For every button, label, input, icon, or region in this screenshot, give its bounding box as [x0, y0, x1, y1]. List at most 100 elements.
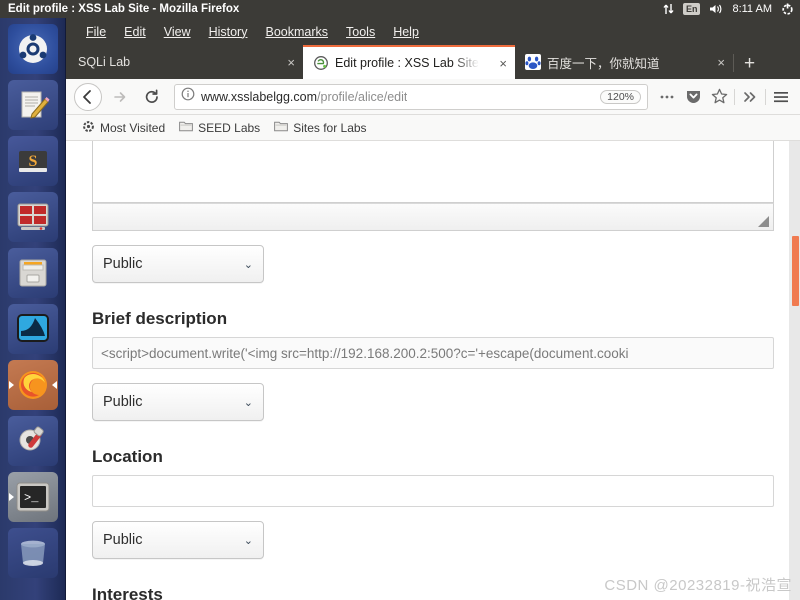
menu-edit-label: Edit: [124, 24, 146, 39]
volume-icon[interactable]: [709, 3, 723, 15]
launcher-item-text-editor[interactable]: [7, 80, 58, 130]
url-domain: www.xsslabelgg.com: [201, 89, 318, 104]
menu-view[interactable]: View: [156, 22, 199, 42]
system-clock[interactable]: 8:11 AM: [732, 3, 772, 15]
keyboard-layout-indicator[interactable]: En: [682, 3, 701, 15]
trash-bin-icon: [16, 538, 50, 568]
bookmark-label: SEED Labs: [198, 120, 261, 135]
tab-title: SQLi Lab: [78, 55, 131, 69]
launcher-item-sublime-text[interactable]: S: [7, 136, 58, 186]
page-viewport: Public ⌄ Brief description <script>docum…: [66, 141, 800, 600]
menu-edit[interactable]: Edit: [116, 22, 154, 42]
document-pencil-icon: [15, 87, 51, 123]
launcher-item-firefox[interactable]: [7, 360, 58, 410]
csdn-watermark: CSDN @20232819-祝浩宣: [604, 577, 792, 594]
launcher-item-system-tools[interactable]: [7, 416, 58, 466]
tab-title: 百度一下，你就知道: [547, 56, 660, 71]
brief-description-access-select[interactable]: Public ⌄: [92, 383, 264, 421]
bookmarks-toolbar[interactable]: Most Visited SEED Labs Sites for Labs: [66, 115, 800, 141]
launcher-item-file-manager[interactable]: [7, 248, 58, 298]
star-icon[interactable]: [708, 88, 730, 105]
page-scrollbar[interactable]: [789, 141, 800, 600]
gear-wrench-icon: [15, 424, 51, 458]
brief-description-label: Brief description: [92, 309, 228, 328]
url-path: /profile/alice/edit: [317, 89, 408, 104]
new-tab-button[interactable]: +: [734, 53, 765, 79]
launcher-item-trash[interactable]: [7, 528, 58, 578]
tab-edit-profile[interactable]: Edit profile : XSS Lab Site ×: [303, 45, 515, 79]
access-level-value: Public: [103, 394, 143, 410]
forward-arrow-icon: [106, 83, 134, 111]
tab-title: Edit profile : XSS Lab Site: [335, 56, 479, 70]
menu-help[interactable]: Help: [385, 22, 427, 42]
network-up-down-arrows-icon[interactable]: [663, 3, 674, 15]
pocket-shield-icon[interactable]: [682, 88, 704, 105]
zoom-level-badge[interactable]: 120%: [600, 89, 641, 104]
folder-icon: [274, 120, 289, 135]
menu-file[interactable]: File: [78, 22, 114, 42]
toolbar-separator: [734, 88, 735, 105]
double-chevron-right-icon[interactable]: [739, 90, 761, 104]
launcher-item-ubuntu-dash[interactable]: [7, 24, 58, 74]
svg-text:>_: >_: [24, 491, 39, 505]
ellipsis-icon[interactable]: [656, 94, 678, 100]
bookmark-label: Most Visited: [100, 120, 166, 135]
bookmark-most-visited[interactable]: Most Visited: [82, 120, 165, 136]
location-input[interactable]: [92, 475, 774, 507]
baidu-icon: [525, 54, 541, 70]
navigation-toolbar[interactable]: www.xsslabelgg.com/profile/alice/edit 12…: [66, 79, 800, 115]
menu-bar[interactable]: File Edit View History Bookmarks Tools H…: [66, 18, 800, 45]
menu-file-label: File: [86, 24, 107, 39]
url-bar[interactable]: www.xsslabelgg.com/profile/alice/edit 12…: [174, 83, 648, 110]
menu-bookmarks[interactable]: Bookmarks: [257, 22, 336, 42]
chevron-down-icon: ⌄: [243, 258, 253, 271]
resize-handle-icon[interactable]: [758, 216, 769, 227]
menu-bookmarks-label: Bookmarks: [265, 24, 329, 39]
wireshark-fin-icon: [15, 312, 51, 346]
tab-close-icon[interactable]: ×: [711, 55, 725, 70]
about-me-textarea-footer: [92, 203, 774, 231]
firefox-icon: [16, 368, 50, 402]
reload-icon[interactable]: [138, 83, 166, 111]
menu-history[interactable]: History: [201, 22, 256, 42]
menu-tools[interactable]: Tools: [338, 22, 383, 42]
chevron-down-icon: ⌄: [243, 396, 253, 409]
system-gear-icon[interactable]: [781, 3, 794, 16]
elgg-icon: [313, 55, 329, 71]
about-me-textarea[interactable]: [92, 141, 774, 203]
menu-history-label: History: [208, 24, 248, 39]
launcher-item-terminal[interactable]: >_: [7, 472, 58, 522]
brief-description-input[interactable]: <script>document.write('<img src=http://…: [92, 337, 774, 369]
system-tray: En 8:11 AM: [663, 3, 800, 16]
tab-sqli-lab[interactable]: SQLi Lab ×: [68, 45, 303, 79]
location-access-select[interactable]: Public ⌄: [92, 521, 264, 559]
menu-view-label: View: [163, 24, 191, 39]
tab-close-icon[interactable]: ×: [281, 55, 295, 70]
back-arrow-icon[interactable]: [74, 82, 102, 111]
access-level-value: Public: [103, 532, 143, 548]
firefox-window: File Edit View History Bookmarks Tools H…: [66, 18, 800, 600]
sublime-s-icon: S: [15, 143, 51, 179]
ubuntu-logo-icon: [16, 32, 50, 66]
bookmark-label: Sites for Labs: [293, 120, 367, 135]
svg-text:S: S: [28, 153, 37, 170]
page-scrollbar-thumb[interactable]: [792, 236, 799, 306]
menu-help-label: Help: [393, 24, 419, 39]
tab-strip[interactable]: SQLi Lab × Edit profile : XSS Lab Site ×: [66, 45, 800, 79]
running-indicator-right: [51, 381, 57, 389]
hamburger-menu-icon[interactable]: [770, 90, 792, 104]
window-title: Edit profile : XSS Lab Site - Mozilla Fi…: [8, 3, 240, 15]
bookmark-seed-labs[interactable]: SEED Labs: [179, 120, 260, 135]
launcher-item-virtual-machine[interactable]: [7, 192, 58, 242]
chevron-down-icon: ⌄: [243, 534, 253, 547]
tab-baidu[interactable]: 百度一下，你就知道 ×: [515, 45, 733, 79]
about-me-access-select[interactable]: Public ⌄: [92, 245, 264, 283]
launcher-item-wireshark[interactable]: [7, 304, 58, 354]
bookmark-sites-for-labs[interactable]: Sites for Labs: [274, 120, 367, 135]
terminal-prompt-icon: >_: [15, 481, 51, 513]
tab-close-icon[interactable]: ×: [493, 56, 507, 71]
access-level-value: Public: [103, 256, 143, 272]
info-circle-icon[interactable]: [181, 87, 195, 106]
unity-launcher[interactable]: S >_: [0, 18, 66, 600]
url-text[interactable]: www.xsslabelgg.com/profile/alice/edit: [201, 90, 407, 104]
